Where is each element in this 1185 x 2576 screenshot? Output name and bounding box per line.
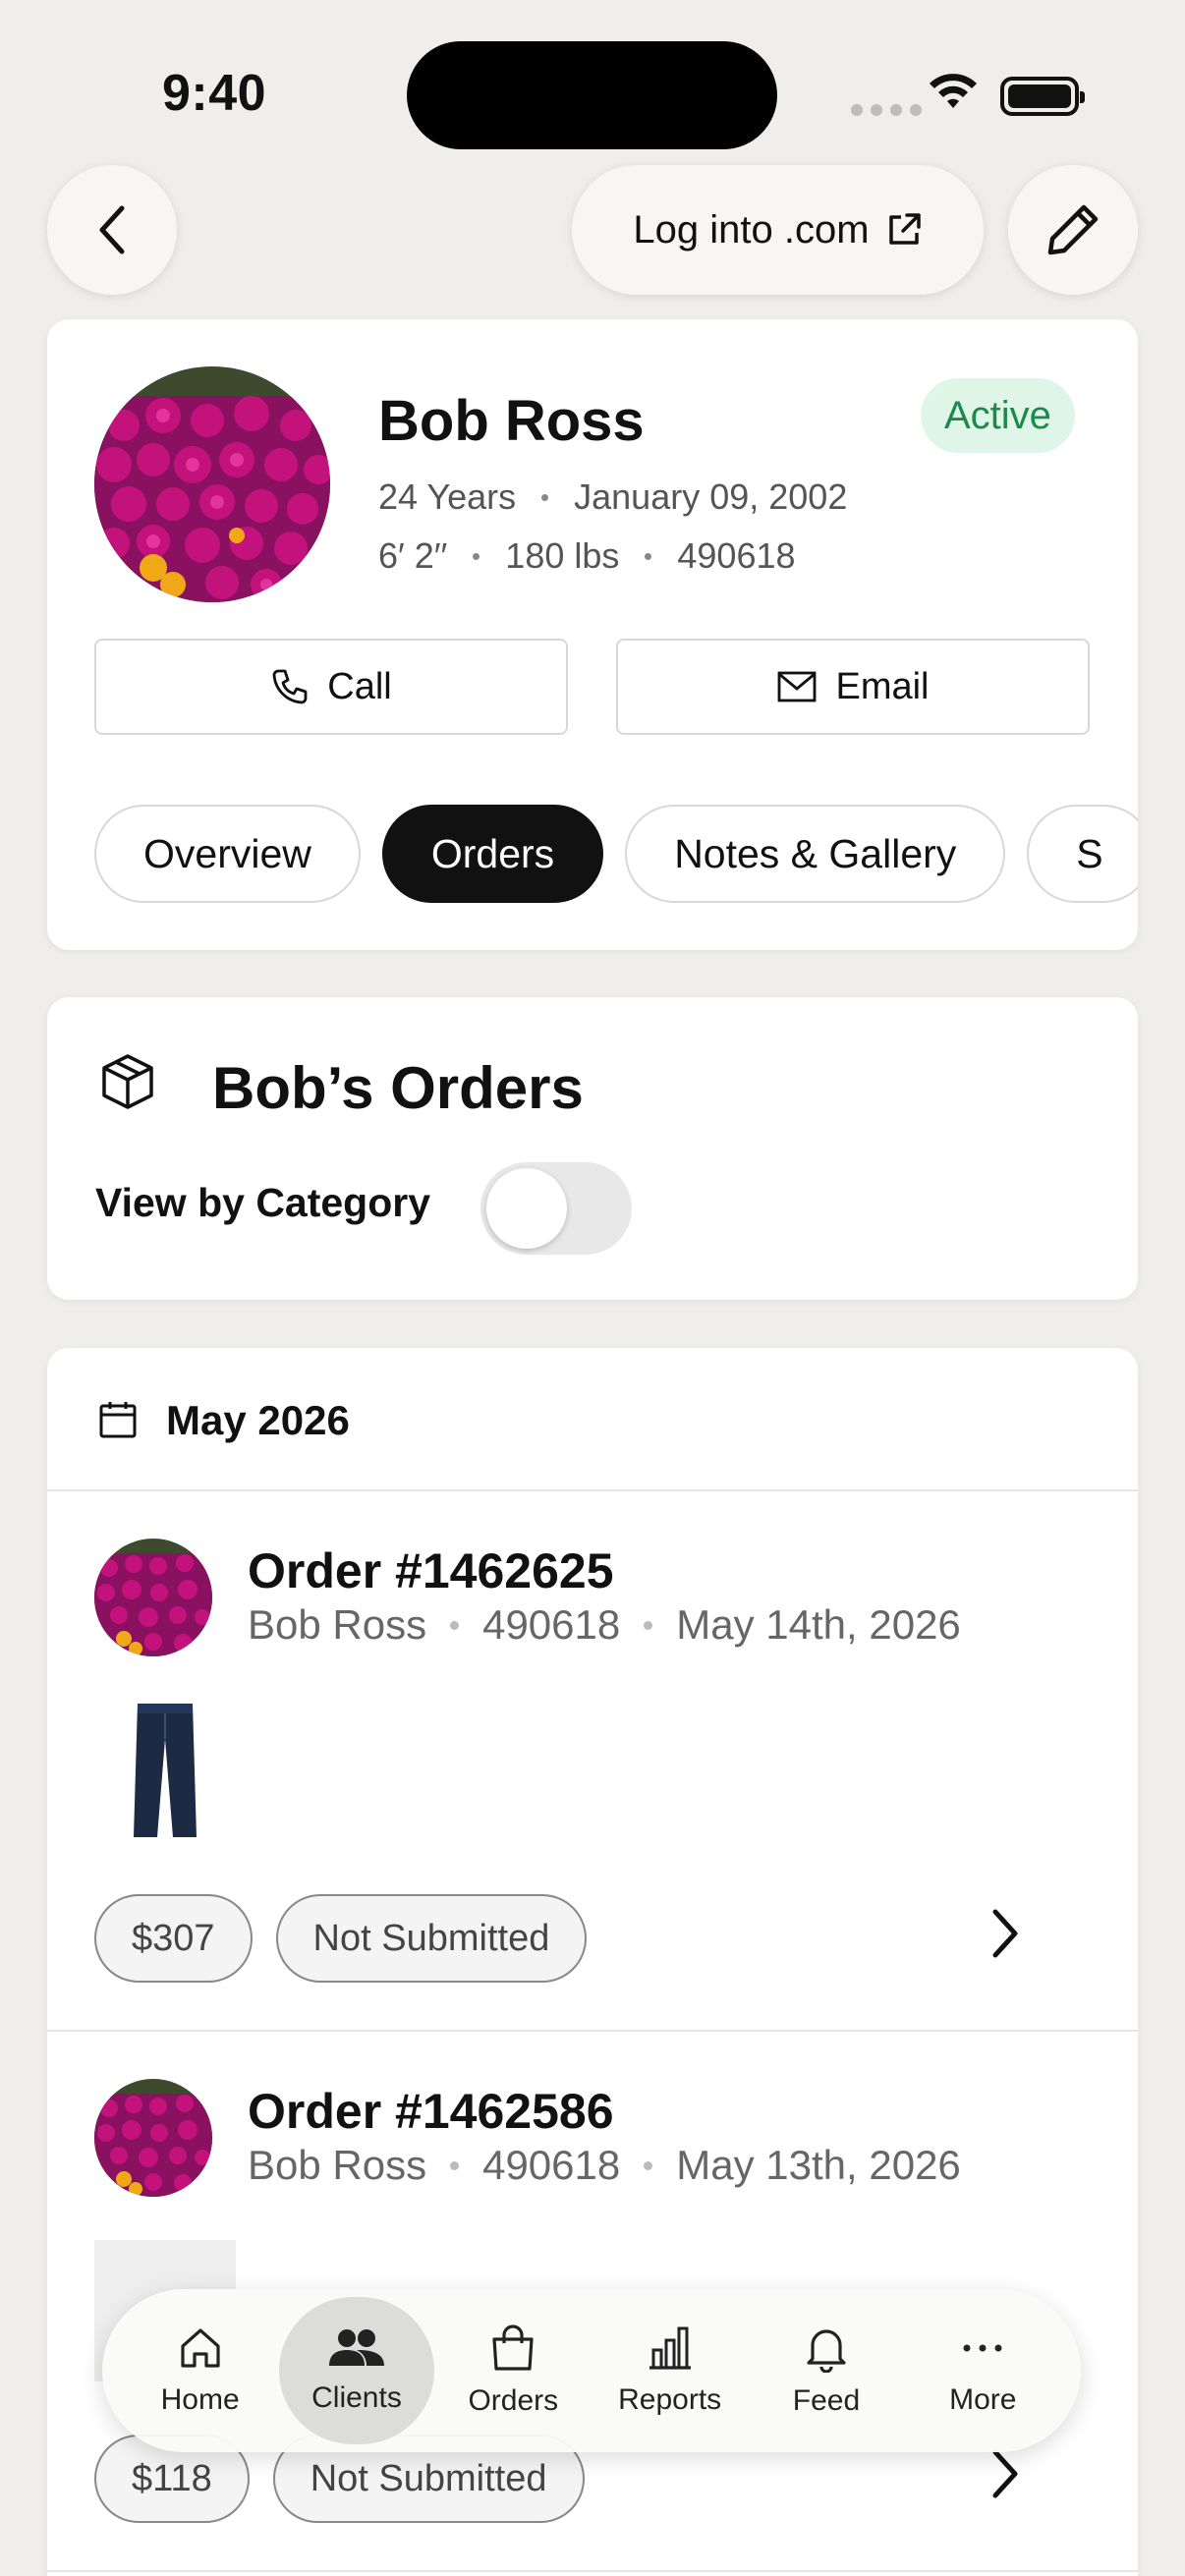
bag-icon — [492, 2324, 534, 2371]
separator-dot — [541, 493, 549, 501]
status-badge: Active — [921, 378, 1075, 453]
external-link-icon — [888, 213, 921, 245]
order-chips: $307 Not Submitted — [94, 1894, 588, 1983]
client-body-stats: 6′ 2′′ 180 lbs 490618 — [378, 535, 796, 577]
client-age: 24 Years — [378, 476, 517, 517]
bell-icon — [807, 2329, 846, 2373]
back-button[interactable] — [47, 165, 177, 295]
tabbar-more[interactable]: More — [905, 2297, 1060, 2444]
avatar — [94, 1539, 212, 1656]
separator-dot — [473, 552, 480, 560]
tabbar-clients[interactable]: Clients — [278, 2297, 434, 2444]
client-height: 6′ 2′′ — [378, 535, 448, 576]
envelope-icon — [778, 671, 817, 702]
order-meta: Bob Ross 490618 May 14th, 2026 — [248, 1601, 961, 1649]
separator-dot — [450, 2160, 460, 2170]
login-label: Log into .com — [633, 207, 870, 252]
tabbar-label: More — [949, 2383, 1017, 2416]
login-external-button[interactable]: Log into .com — [572, 165, 984, 295]
chevron-right-icon[interactable] — [986, 1904, 1025, 1963]
battery-icon — [1000, 77, 1085, 116]
chart-icon — [649, 2326, 691, 2370]
dynamic-island — [407, 41, 777, 149]
tabbar-label: Feed — [792, 2384, 861, 2417]
order-date: May 14th, 2026 — [676, 1601, 961, 1648]
order-number: Order #1462625 — [248, 1543, 614, 1598]
separator-dot — [644, 1620, 653, 1630]
orders-title: Bob’s Orders — [212, 1055, 584, 1121]
avatar — [94, 366, 330, 602]
call-label: Call — [327, 665, 392, 707]
tab-notes-gallery[interactable]: Notes & Gallery — [625, 805, 1006, 903]
tabbar-feed[interactable]: Feed — [749, 2297, 904, 2444]
order-client-id: 490618 — [482, 1601, 621, 1648]
calendar-icon — [99, 1402, 137, 1438]
tabbar-label: Home — [160, 2383, 240, 2416]
more-icon — [963, 2344, 1002, 2352]
email-label: Email — [835, 665, 930, 707]
view-by-category-toggle[interactable] — [480, 1162, 632, 1255]
pencil-icon — [1047, 204, 1099, 255]
edit-button[interactable] — [1008, 165, 1138, 295]
client-name: Bob Ross — [378, 389, 645, 453]
order-date: May 13th, 2026 — [676, 2142, 961, 2188]
tabbar-label: Clients — [311, 2381, 402, 2414]
tabbar-orders[interactable]: Orders — [435, 2297, 591, 2444]
order-status-chip: Not Submitted — [275, 1894, 588, 1983]
order-client: Bob Ross — [248, 1601, 427, 1648]
separator-dot — [450, 1620, 460, 1630]
avatar — [94, 2079, 212, 2197]
order-meta: Bob Ross 490618 May 13th, 2026 — [248, 2142, 961, 2189]
tabbar-home[interactable]: Home — [123, 2297, 278, 2444]
order-amount-chip: $307 — [94, 1894, 253, 1983]
email-button[interactable]: Email — [616, 639, 1090, 735]
tab-overview[interactable]: Overview — [94, 805, 361, 903]
month-label: May 2026 — [166, 1397, 350, 1443]
chevron-left-icon — [99, 205, 125, 254]
tabbar-label: Orders — [468, 2384, 559, 2417]
separator-dot — [645, 552, 652, 560]
order-number: Order #1462586 — [248, 2084, 614, 2139]
client-profile-card: Bob Ross Active 24 Years January 09, 200… — [47, 319, 1138, 950]
jeans-product-thumbnail — [134, 1704, 197, 1837]
view-by-category-label: View by Category — [95, 1180, 431, 1225]
chevron-right-icon[interactable] — [986, 2444, 1025, 2503]
tab-orders[interactable]: Orders — [381, 805, 604, 903]
client-birthdate: January 09, 2002 — [574, 476, 848, 517]
clients-icon — [328, 2329, 384, 2366]
call-button[interactable]: Call — [94, 639, 568, 735]
cellular-signal-icon — [851, 104, 922, 116]
order-client: Bob Ross — [248, 2142, 427, 2188]
wifi-icon — [930, 74, 977, 108]
client-age-birthdate: 24 Years January 09, 2002 — [378, 476, 847, 518]
order-row[interactable]: Order #1462625 Bob Ross 490618 May 14th,… — [47, 1491, 1138, 2032]
toggle-knob — [486, 1168, 567, 1249]
order-client-id: 490618 — [482, 2142, 621, 2188]
tabbar-reports[interactable]: Reports — [592, 2297, 748, 2444]
tab-truncated[interactable]: S — [1027, 805, 1138, 903]
package-icon — [102, 1054, 153, 1109]
home-icon — [181, 2328, 220, 2368]
bottom-tab-bar: Home Clients Orders Reports Feed More — [102, 2289, 1081, 2452]
client-id: 490618 — [677, 535, 796, 576]
tabbar-label: Reports — [618, 2383, 722, 2416]
status-time: 9:40 — [162, 65, 267, 122]
phone-icon — [272, 669, 308, 704]
client-weight: 180 lbs — [505, 535, 620, 576]
orders-header-card: Bob’s Orders View by Category — [47, 997, 1138, 1300]
separator-dot — [644, 2160, 653, 2170]
profile-tabs: Overview Orders Notes & Gallery S — [94, 805, 1138, 903]
month-header: May 2026 — [47, 1348, 1138, 1491]
